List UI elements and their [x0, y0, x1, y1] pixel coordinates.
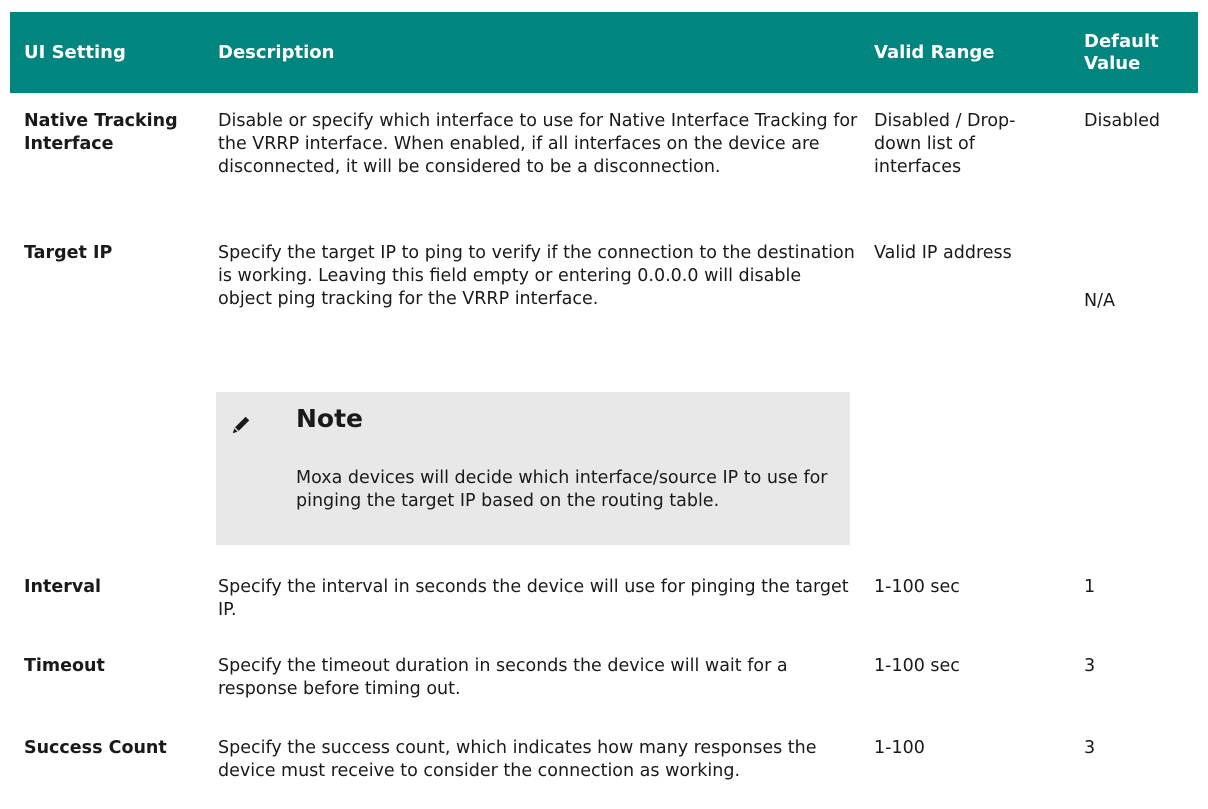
row-default-value: 3 — [1084, 656, 1096, 676]
row-description: Specify the target IP to ping to verify … — [218, 243, 855, 309]
note-title: Note — [296, 404, 364, 433]
row-valid-range: Valid IP address — [874, 243, 1012, 263]
row-default-value: 3 — [1084, 738, 1096, 758]
row-description: Disable or specify which interface to us… — [218, 111, 858, 177]
header-description: Description — [218, 41, 335, 63]
pencil-icon — [232, 416, 250, 434]
header-ui-setting: UI Setting — [24, 41, 126, 63]
row-valid-range: Disabled / Drop-down list of interfaces — [874, 111, 1016, 177]
row-valid-range: 1-100 — [874, 738, 925, 758]
row-setting-name: Success Count — [24, 738, 167, 758]
row-setting-name: Target IP — [24, 243, 113, 263]
row-valid-range: 1-100 sec — [874, 577, 960, 597]
row-default-value: Disabled — [1084, 111, 1161, 131]
settings-table: UI Setting Description Valid Range Defau… — [10, 12, 1198, 781]
header-default-value: Default Value — [1084, 30, 1159, 74]
row-description: Specify the success count, which indicat… — [218, 738, 817, 781]
row-default-value: N/A — [1084, 291, 1115, 311]
row-setting-name: Native Tracking Interface — [24, 111, 178, 154]
note-text: Moxa devices will decide which interface… — [296, 468, 828, 511]
row-description: Specify the interval in seconds the devi… — [218, 577, 849, 620]
row-valid-range: 1-100 sec — [874, 656, 960, 676]
table-header: UI Setting Description Valid Range Defau… — [10, 12, 1198, 93]
row-description: Specify the timeout duration in seconds … — [218, 656, 788, 699]
row-setting-name: Timeout — [24, 656, 105, 676]
row-default-value: 1 — [1084, 577, 1096, 597]
note-box: Note Moxa devices will decide which inte… — [216, 392, 850, 545]
row-setting-name: Interval — [24, 577, 102, 597]
header-valid-range: Valid Range — [874, 41, 995, 63]
